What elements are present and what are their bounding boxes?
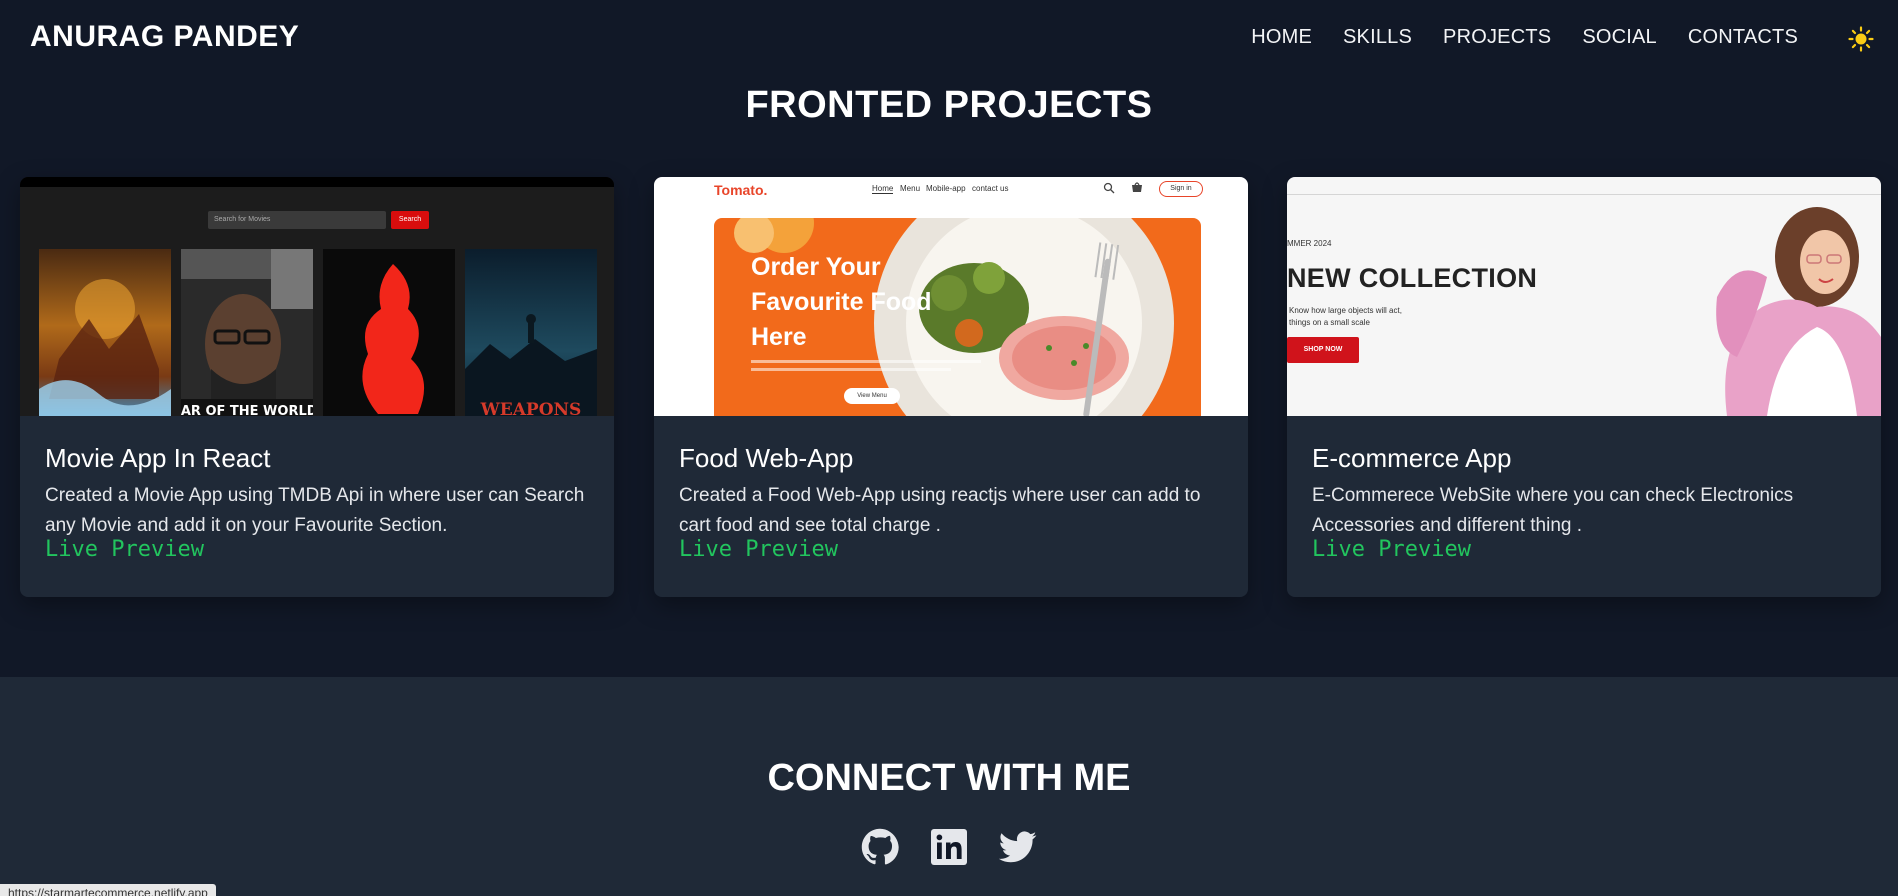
nav-skills[interactable]: SKILLS [1343,26,1412,49]
card-description: E-Commerece WebSite where you can check … [1312,485,1794,536]
thumb-topbar [20,177,614,187]
project-card-food: Tomato. Home Menu Mobile-app contact us … [654,177,1248,597]
poster-1 [39,249,171,416]
card-title: Movie App In React [45,443,271,473]
brand-logo[interactable]: ANURAG PANDEY [30,20,299,54]
thumb-nav-mobile: Mobile-app [926,184,966,193]
thumb-sub-line-1: Know how large objects will act, [1289,306,1402,315]
thumb-sub-line-2: things on a small scale [1289,318,1370,327]
poster-2: WAR OF THE WORLDS [181,249,313,416]
card-description: Created a Movie App using TMDB Api in wh… [45,485,585,536]
poster-4: WEAPONS [465,249,597,416]
thumb-divider [1287,194,1881,195]
thumb-hero: Order Your Favourite Food Here View Menu [714,218,1201,416]
thumb-hero-heading: Order Your Favourite Food Here [751,253,932,351]
projects-title: FRONTED PROJECTS [745,84,1153,126]
live-preview-link[interactable]: Live Preview [679,537,838,562]
nav-contacts[interactable]: CONTACTS [1688,26,1798,49]
svg-text:WAR OF THE WORLDS: WAR OF THE WORLDS [181,404,313,416]
project-card-movie: Search for Movies Search WAR OF THE WORL… [20,177,614,597]
nav-projects[interactable]: PROJECTS [1443,26,1551,49]
thumb-nav-contact: contact us [972,184,1009,193]
connect-title: CONNECT WITH ME [767,757,1131,799]
github-icon[interactable] [861,828,899,866]
live-preview-link[interactable]: Live Preview [45,537,204,562]
thumb-shop-button: SHOP NOW [1287,337,1359,363]
live-preview-link[interactable]: Live Preview [1312,537,1471,562]
nav-social[interactable]: SOCIAL [1582,26,1657,49]
card-title: Food Web-App [679,443,854,473]
navbar: ANURAG PANDEY HOME SKILLS PROJECTS SOCIA… [0,0,1898,78]
nav-home[interactable]: HOME [1251,26,1312,49]
status-bar-url: https://starmartecommerce.netlify.app [0,884,216,896]
twitter-icon[interactable] [999,828,1037,866]
card-title: E-commerce App [1312,443,1512,473]
project-thumbnail-food[interactable]: Tomato. Home Menu Mobile-app contact us … [654,177,1248,416]
thumb-nav-home: Home [872,184,894,194]
thumb-search-icon [1103,182,1115,194]
project-thumbnail-movie[interactable]: Search for Movies Search WAR OF THE WORL… [20,177,614,416]
social-links [861,828,1037,866]
thumb-search-button: Search [391,211,429,229]
nav-menu: HOME SKILLS PROJECTS SOCIAL CONTACTS [1220,26,1798,49]
thumb-season: MMER 2024 [1287,239,1332,248]
thumb-nav-menu: Menu [900,184,921,193]
thumb-logo: Tomato. [714,182,768,198]
thumb-search-input: Search for Movies [208,211,386,229]
linkedin-icon[interactable] [930,828,968,866]
thumb-view-menu-button: View Menu [844,388,900,404]
thumb-sub: Know how large objects will act, things … [1289,305,1402,329]
card-description: Created a Food Web-App using reactjs whe… [679,485,1201,536]
sun-icon[interactable] [1844,22,1878,56]
thumb-headline: NEW COLLECTION [1287,263,1538,293]
thumb-signin-button: Sign in [1159,181,1203,197]
thumb-basket-icon [1132,182,1142,192]
poster-3 [323,249,455,416]
project-thumbnail-ecommerce[interactable]: MMER 2024 NEW COLLECTION Know how large … [1287,177,1881,416]
project-card-ecommerce: MMER 2024 NEW COLLECTION Know how large … [1287,177,1881,597]
svg-text:WEAPONS: WEAPONS [480,400,582,416]
model-photo [1716,207,1881,416]
